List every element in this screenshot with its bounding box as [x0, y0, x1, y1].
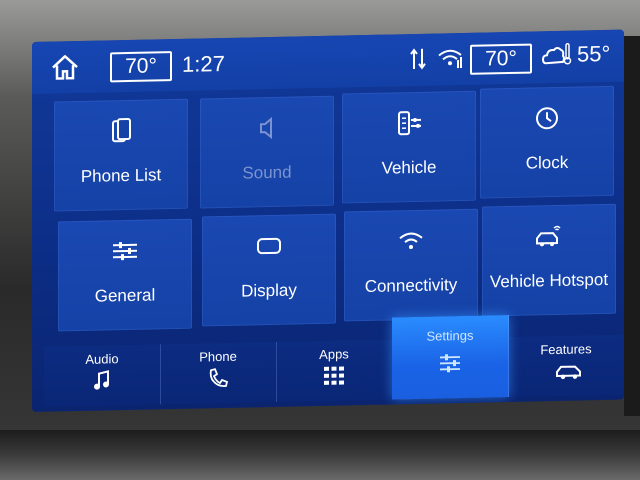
car-hotspot-icon	[535, 223, 563, 250]
nav-audio[interactable]: Audio	[44, 344, 161, 407]
outside-temp: 55°	[577, 40, 611, 67]
clock-time: 1:27	[182, 50, 225, 77]
car-icon	[555, 360, 581, 382]
tile-display[interactable]: Display	[202, 213, 336, 327]
sliders-icon	[439, 352, 461, 374]
wifi-status-icon	[437, 46, 463, 71]
wifi-icon	[397, 228, 425, 255]
sliders-icon	[111, 238, 139, 265]
vehicle-settings-icon	[395, 110, 423, 137]
nav-phone[interactable]: Phone	[160, 341, 277, 405]
tile-sound[interactable]: Sound	[200, 95, 334, 209]
tile-clock[interactable]: Clock	[480, 85, 614, 199]
tile-label: Sound	[242, 162, 292, 183]
clock-icon	[533, 105, 561, 132]
tile-label: Clock	[525, 152, 569, 173]
settings-grid: Phone List Sound Vehicle Clock General D…	[32, 82, 624, 375]
tile-connectivity[interactable]: Connectivity	[344, 208, 478, 322]
bottom-nav: Audio Phone Apps Settings Features	[44, 315, 624, 407]
weather-cloud-icon	[541, 41, 572, 70]
nav-label: Settings	[426, 327, 474, 344]
tile-label: Vehicle Hotspot	[489, 269, 609, 292]
dashboard-trim	[0, 430, 640, 480]
tile-label: Connectivity	[364, 275, 458, 297]
tile-label: Phone List	[80, 165, 162, 186]
music-note-icon	[91, 369, 113, 391]
tile-vehicle-hotspot[interactable]: Vehicle Hotspot	[482, 203, 616, 317]
tile-phone-list[interactable]: Phone List	[54, 98, 188, 212]
nav-features[interactable]: Features	[508, 335, 624, 397]
tile-vehicle[interactable]: Vehicle	[342, 90, 476, 204]
nav-label: Features	[540, 341, 592, 358]
nav-label: Phone	[199, 348, 237, 365]
infotainment-screen: 70° 1:27 70° 55° Phone List Sound Vehicl…	[32, 29, 624, 413]
nav-apps[interactable]: Apps	[276, 339, 393, 402]
tile-general[interactable]: General	[58, 218, 192, 332]
nav-settings[interactable]: Settings	[392, 315, 509, 400]
phone-list-icon	[107, 117, 135, 145]
tile-label: General	[94, 285, 156, 306]
speaker-icon	[253, 115, 281, 142]
tile-label: Display	[241, 280, 297, 301]
driver-temp[interactable]: 70°	[110, 51, 172, 83]
home-icon[interactable]	[50, 53, 80, 82]
passenger-temp[interactable]: 70°	[470, 43, 532, 75]
phone-icon	[207, 367, 229, 389]
nav-label: Audio	[85, 351, 119, 367]
display-icon	[255, 233, 283, 260]
bezel-edge	[624, 36, 640, 416]
apps-grid-icon	[323, 364, 345, 386]
nav-label: Apps	[319, 346, 349, 362]
data-transfer-icon	[410, 47, 426, 71]
tile-label: Vehicle	[381, 157, 437, 178]
